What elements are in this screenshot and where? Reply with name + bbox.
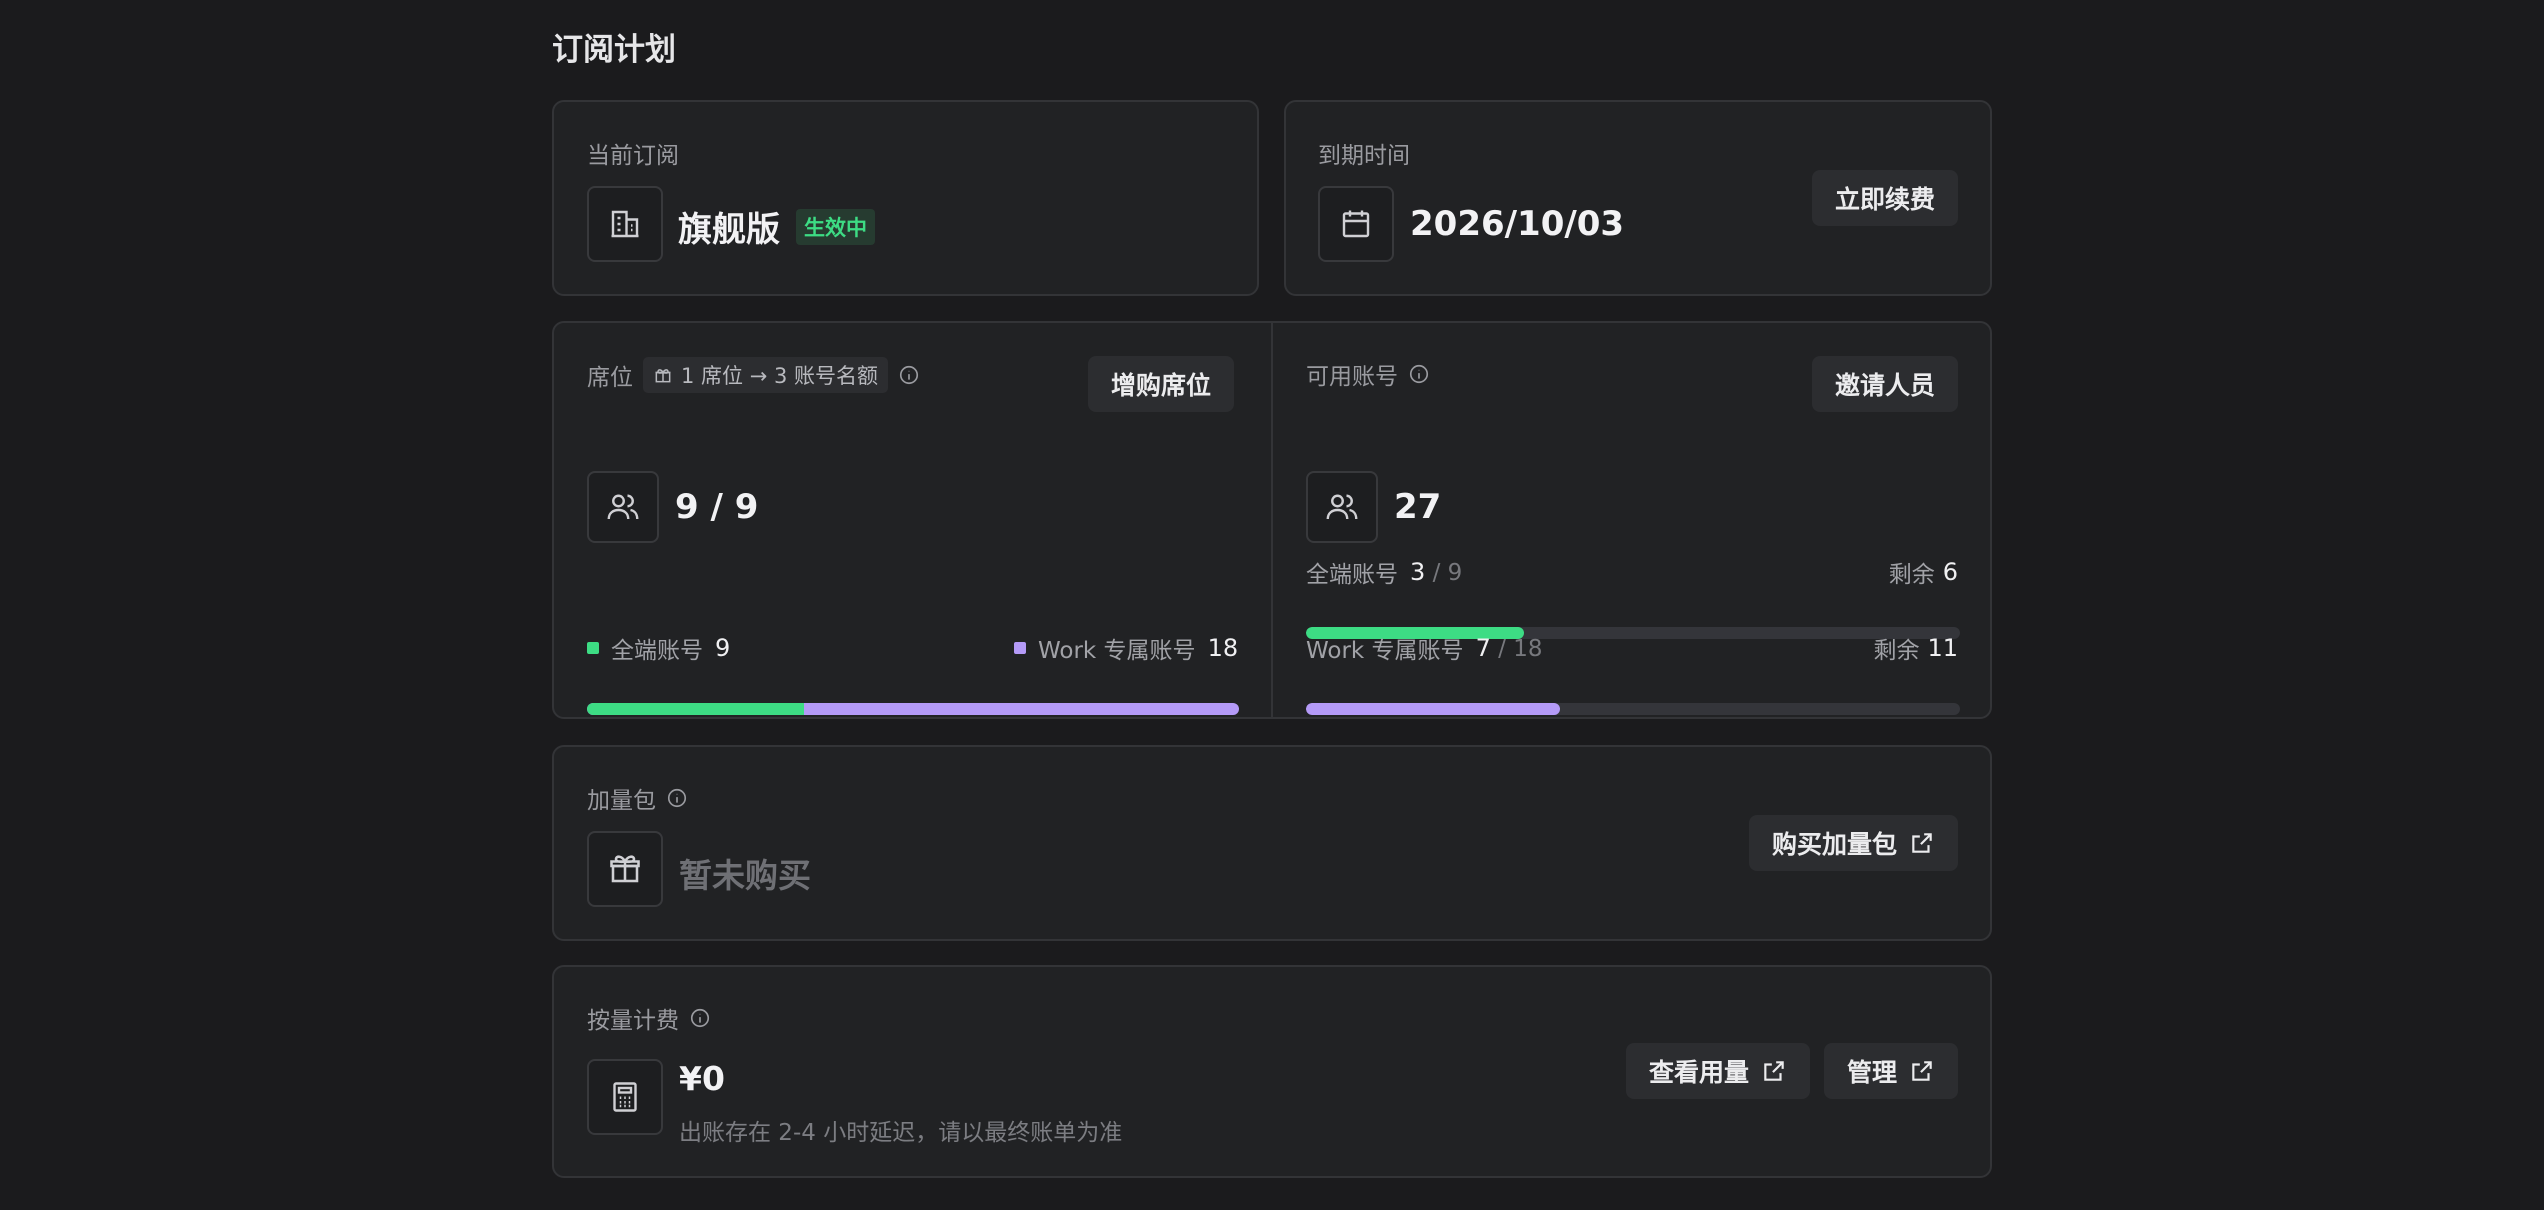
users-icon (587, 471, 659, 543)
remain-value: 11 (1927, 634, 1958, 662)
seats-label: 席位 (587, 365, 633, 391)
invite-button[interactable]: 邀请人员 (1811, 356, 1958, 412)
card-divider (1271, 323, 1273, 717)
calculator-icon (587, 1059, 663, 1135)
expiry-date: 2026/10/03 (1410, 204, 1625, 244)
current-subscription-label: 当前订阅 (587, 143, 679, 169)
account-row-usage: 3 / 9 (1410, 558, 1462, 586)
info-icon[interactable] (689, 1007, 711, 1029)
view-usage-button[interactable]: 查看用量 (1625, 1043, 1810, 1099)
gift-icon (587, 831, 663, 907)
addon-card: 加量包 暂未购买 购买加量包 (552, 745, 1992, 941)
view-usage-label: 查看用量 (1648, 1059, 1749, 1087)
account-row-work-remain: 剩余 11 (1873, 631, 1958, 665)
page-title: 订阅计划 (552, 32, 676, 68)
calendar-icon (1318, 186, 1394, 262)
account-row-work-bar-fill (1306, 703, 1561, 715)
subscription-page: 订阅计划 当前订阅 旗舰版 生效中 到期时间 2026/10/03 立即续费 席… (552, 28, 1992, 1178)
external-link-icon (1912, 833, 1932, 853)
metered-card: 按量计费 ¥0 出账存在 2-4 小时延迟，请以最终账单为准 查看用量 管理 (552, 965, 1992, 1178)
external-link-icon (1764, 1061, 1784, 1081)
info-icon[interactable] (898, 364, 920, 386)
addon-label: 加量包 (587, 788, 656, 814)
gift-icon (655, 369, 671, 383)
building-icon (587, 186, 663, 262)
seats-label-row: 席位 1 席位 → 3 账号名额 (587, 357, 920, 393)
account-row-label: 全端账号 (1306, 562, 1398, 588)
account-row-work-bar (1306, 703, 1960, 715)
addon-value: 暂未购买 (679, 856, 811, 895)
legend-swatch-purple (1014, 642, 1026, 654)
metered-value: ¥0 (679, 1059, 725, 1098)
expiry-label: 到期时间 (1318, 143, 1410, 169)
work-accounts-label: Work 专属账号 (1038, 638, 1196, 664)
addon-label-row: 加量包 (587, 781, 688, 815)
expiry-card: 到期时间 2026/10/03 立即续费 (1284, 100, 1992, 296)
account-row-full: 全端账号 3 / 9 (1306, 555, 1462, 589)
full-accounts-value: 9 (715, 634, 731, 662)
work-accounts-legend: Work 专属账号 18 (1014, 631, 1238, 665)
info-icon[interactable] (1408, 363, 1430, 385)
full-accounts-label: 全端账号 (611, 638, 703, 664)
account-row-used: 3 (1410, 558, 1426, 586)
seats-ratio-text: 1 席位 → 3 账号名额 (681, 364, 879, 388)
seats-accounts-card: 席位 1 席位 → 3 账号名额 增购席位 9 / 9 全端账号 9 Work … (552, 321, 1992, 719)
manage-button[interactable]: 管理 (1823, 1043, 1958, 1099)
remain-label: 剩余 (1873, 638, 1920, 664)
account-row-usage: 7 / 18 (1476, 634, 1543, 662)
remain-label: 剩余 (1888, 562, 1935, 588)
accounts-label-row: 可用账号 (1306, 357, 1430, 391)
seats-ratio-chip: 1 席位 → 3 账号名额 (643, 357, 889, 393)
metered-note: 出账存在 2-4 小时延迟，请以最终账单为准 (679, 1120, 1123, 1146)
legend-swatch-green (587, 642, 599, 654)
seats-value: 9 / 9 (675, 487, 759, 527)
seats-split-bar-green (587, 703, 805, 715)
full-accounts-legend: 全端账号 9 (587, 631, 730, 665)
buy-addon-button[interactable]: 购买加量包 (1748, 815, 1958, 871)
current-subscription-card: 当前订阅 旗舰版 生效中 (552, 100, 1259, 296)
plan-name: 旗舰版 生效中 (678, 202, 875, 251)
account-row-full-remain: 剩余 6 (1889, 555, 1958, 589)
account-row-work-text: Work 专属账号 7 / 18 (1306, 631, 1542, 665)
external-link-icon (1912, 1061, 1932, 1081)
account-row-total: / 9 (1432, 560, 1463, 586)
plan-name-text: 旗舰版 (678, 210, 780, 250)
buy-seats-button[interactable]: 增购席位 (1088, 356, 1235, 412)
users-icon (1306, 471, 1378, 543)
account-row-used: 7 (1475, 634, 1491, 662)
metered-label-row: 按量计费 (587, 1001, 711, 1035)
metered-label: 按量计费 (587, 1008, 679, 1034)
work-accounts-value: 18 (1207, 634, 1239, 662)
accounts-value: 27 (1394, 487, 1442, 527)
seats-split-bar (587, 703, 1239, 715)
renew-button[interactable]: 立即续费 (1811, 170, 1958, 226)
account-row-label: Work 专属账号 (1306, 638, 1464, 664)
buy-addon-label: 购买加量包 (1771, 831, 1897, 859)
status-badge: 生效中 (796, 208, 875, 245)
accounts-label: 可用账号 (1306, 364, 1398, 390)
info-icon[interactable] (666, 787, 688, 809)
remain-value: 6 (1942, 558, 1958, 586)
account-row-total: / 18 (1498, 636, 1543, 662)
manage-label: 管理 (1846, 1059, 1897, 1087)
